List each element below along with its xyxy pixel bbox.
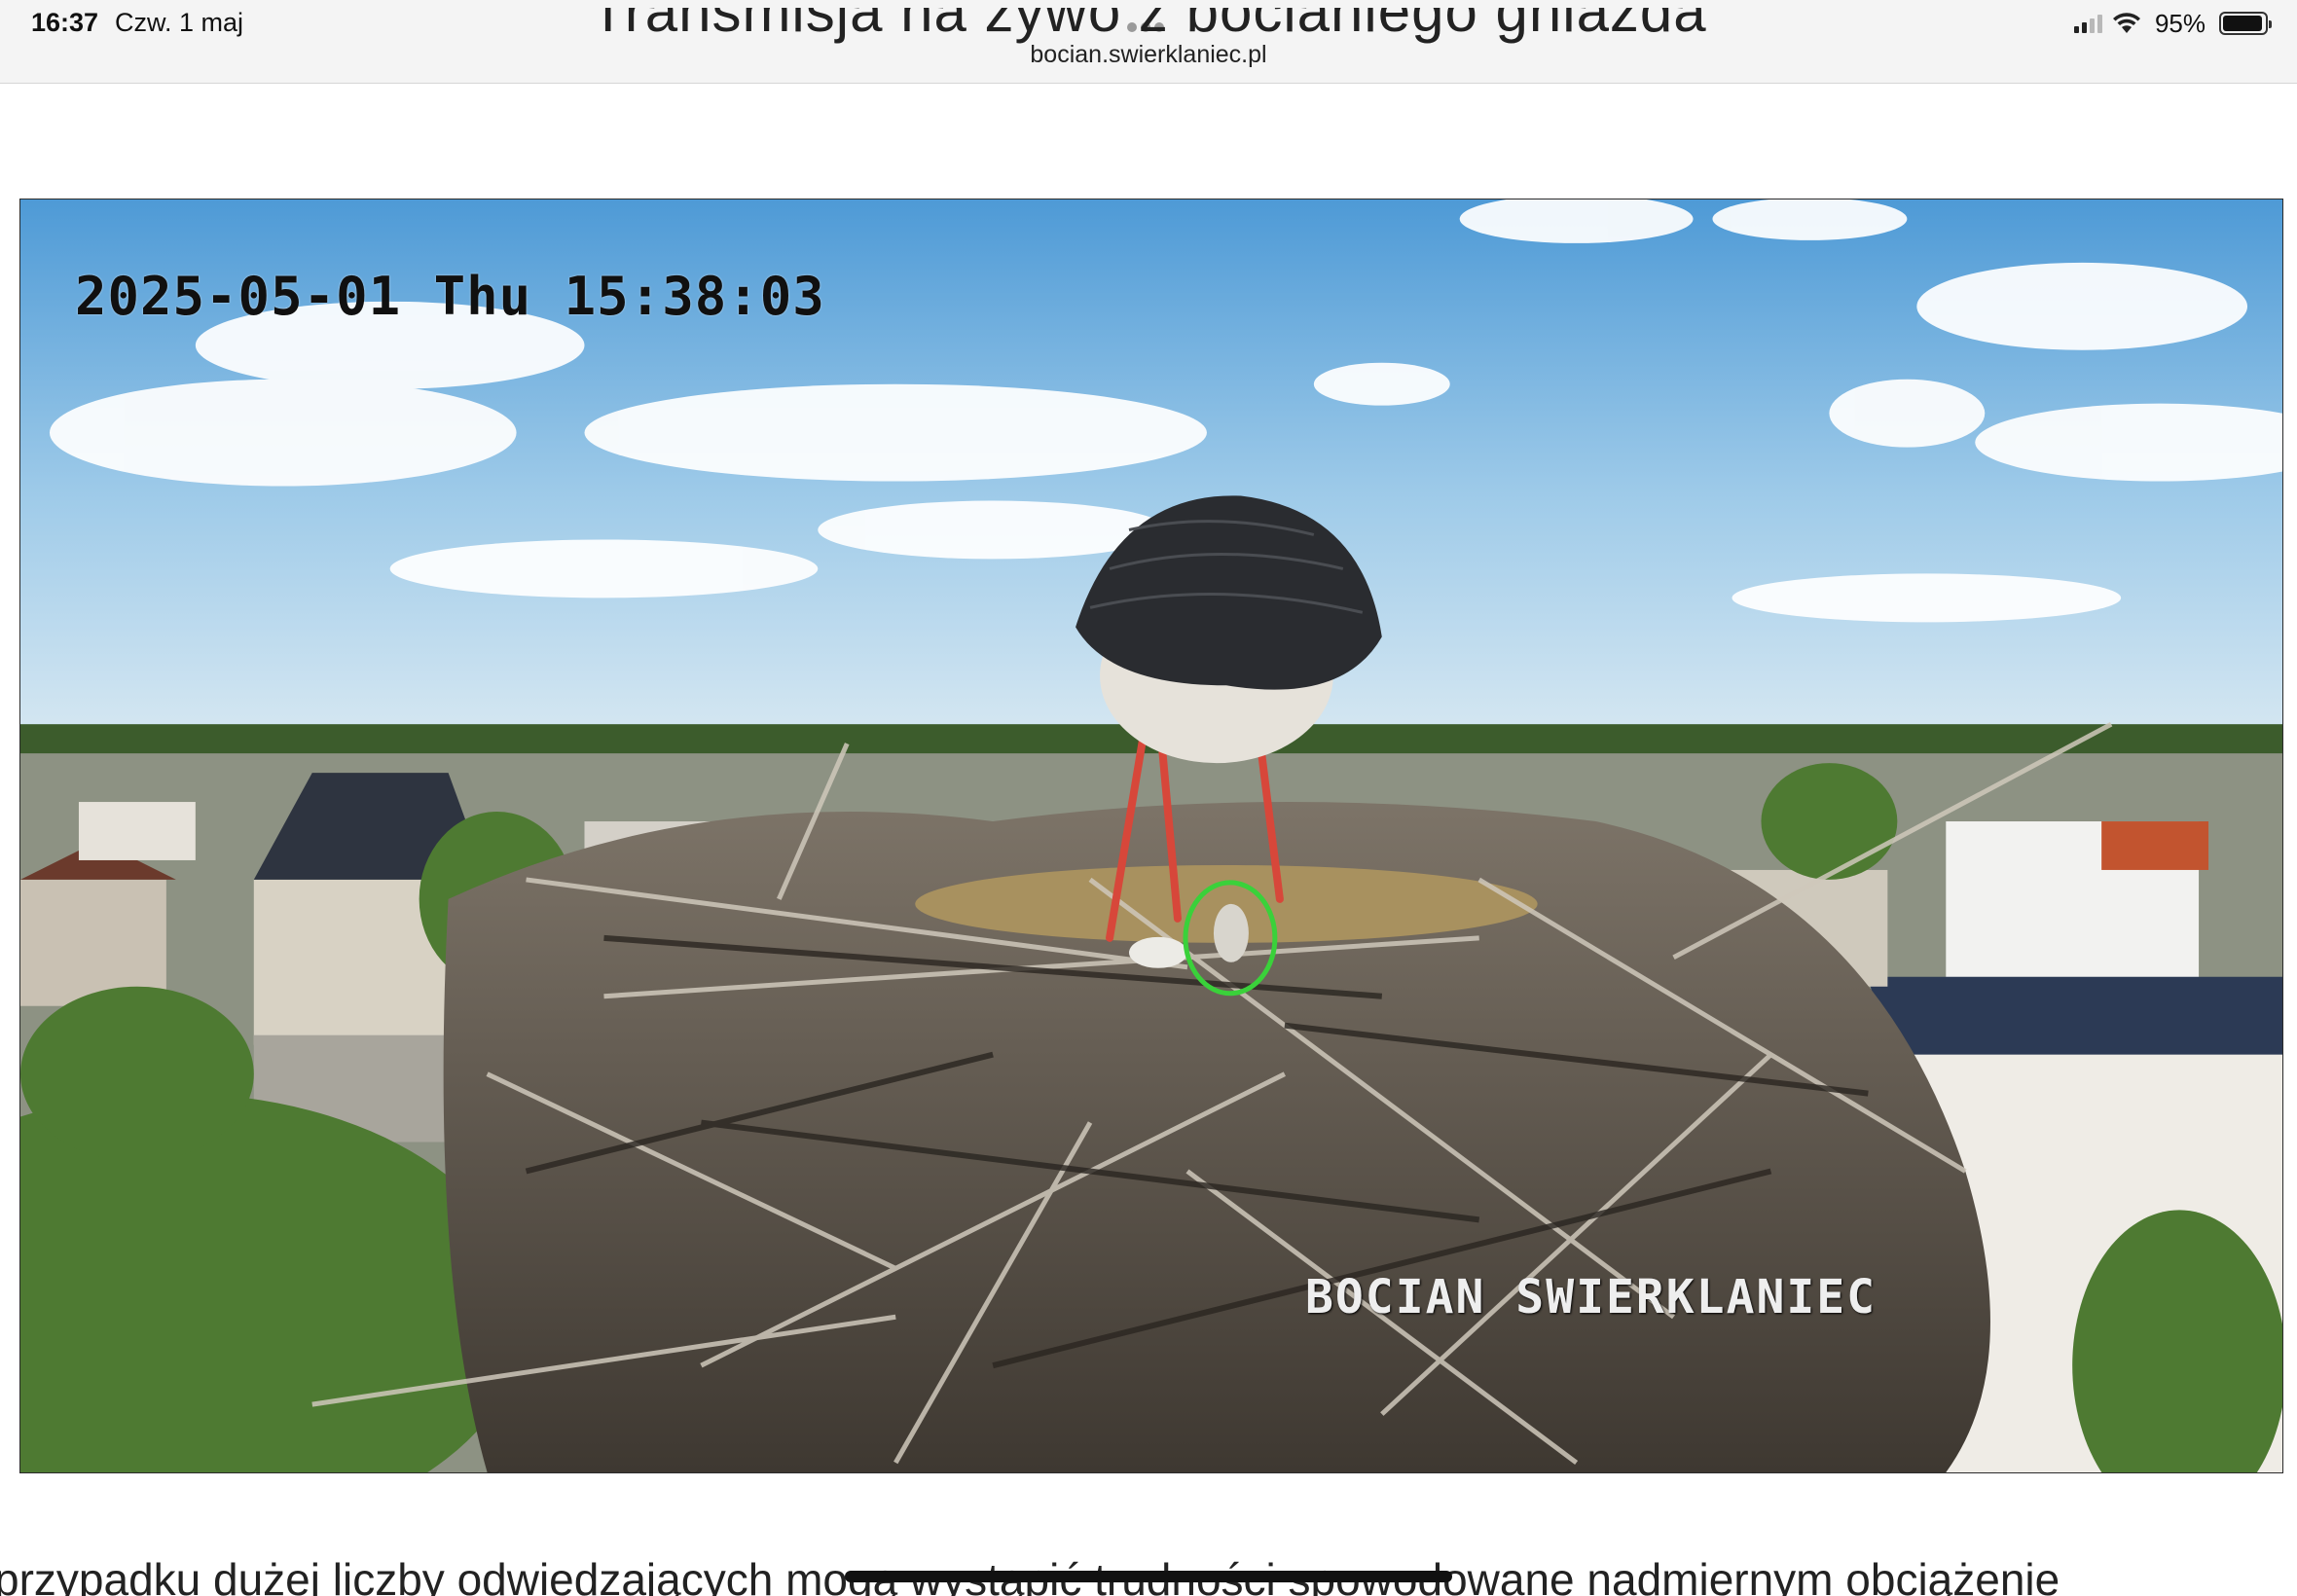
stream-frame [20,200,2282,1472]
page-heading: Transmisja na żywo z bocianiego gniazda [0,8,2297,47]
camera-name-overlay: BOCIAN SWIERKLANIEC [1305,1270,1878,1324]
live-stream-video[interactable]: 2025-05-01 Thu 15:38:03 BOCIAN SWIERKLAN… [19,199,2283,1473]
page-heading-text: Transmisja na żywo z bocianiego gniazda [590,8,1707,44]
home-indicator[interactable] [845,1571,1452,1582]
stream-timestamp: 2025-05-01 Thu 15:38:03 [75,266,825,327]
